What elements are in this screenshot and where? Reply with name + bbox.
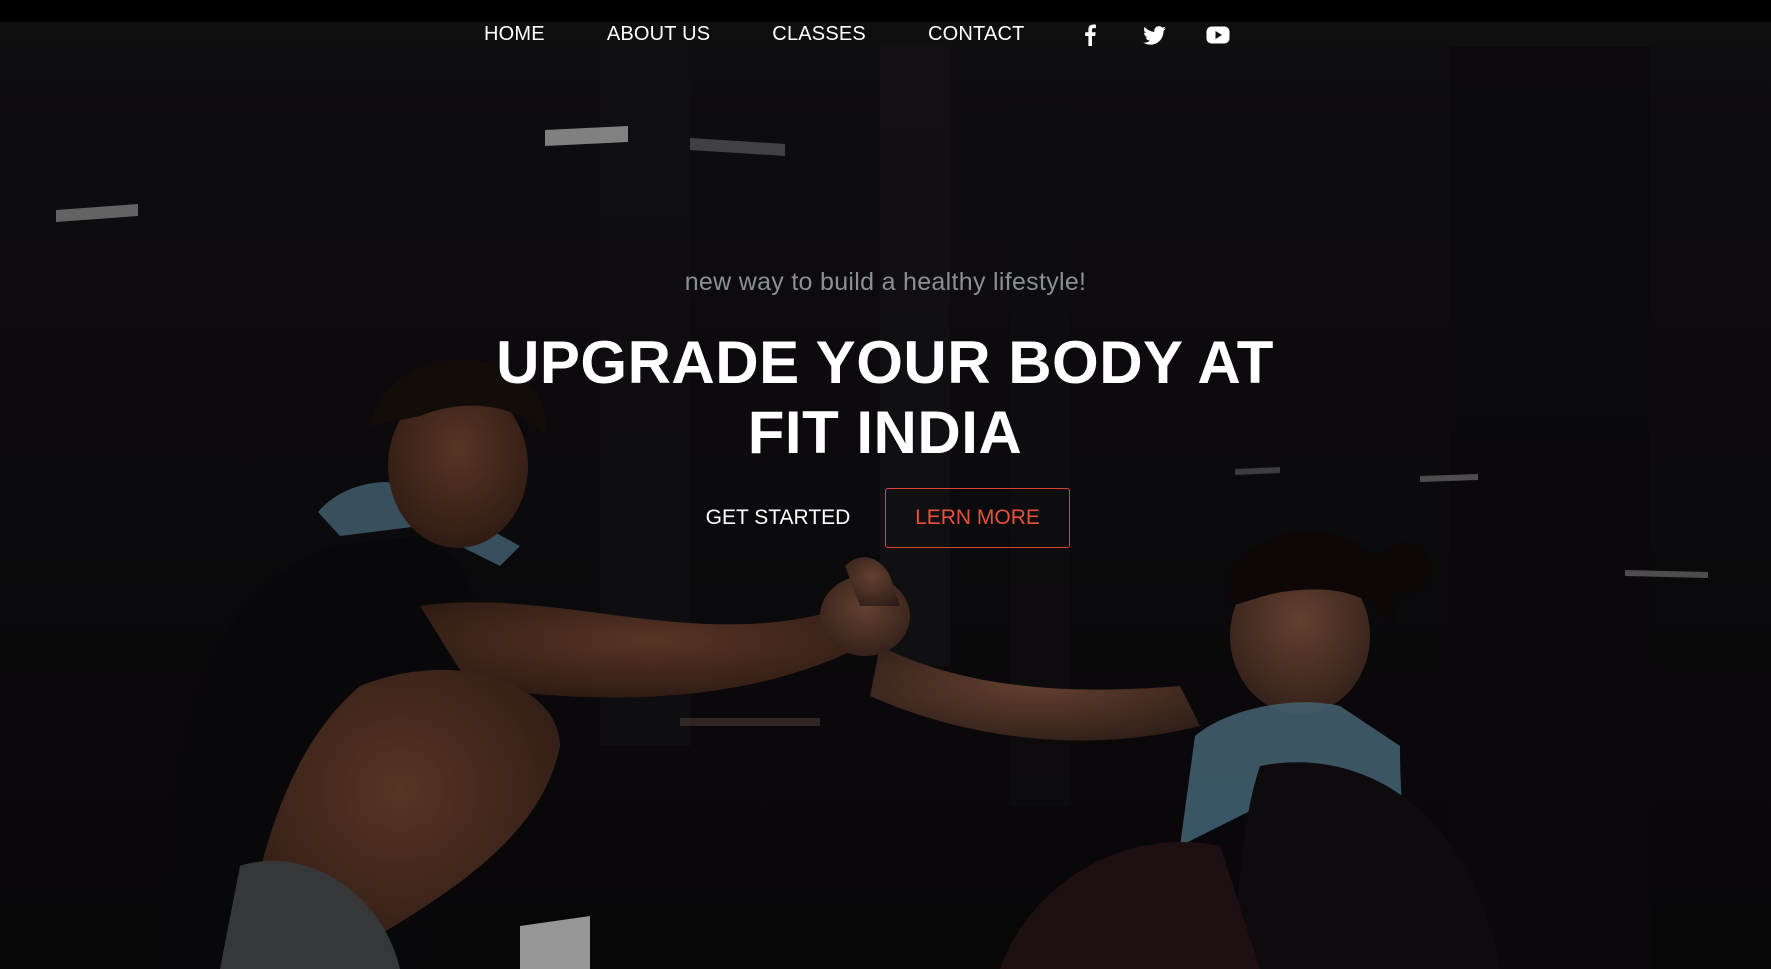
get-started-button[interactable]: GET STARTED — [690, 488, 866, 548]
nav-classes-link[interactable]: CLASSES — [772, 23, 866, 46]
youtube-icon[interactable] — [1206, 23, 1230, 47]
hero-headline: UPGRADE YOUR BODY AT FIT INDIA — [385, 328, 1385, 468]
facebook-icon[interactable] — [1078, 23, 1102, 47]
main-navbar: HOME ABOUT US CLASSES CONTACT — [0, 22, 1771, 46]
nav-home-link[interactable]: HOME — [484, 23, 545, 46]
learn-more-button[interactable]: LERN MORE — [885, 488, 1070, 548]
hero-headline-line1: UPGRADE YOUR BODY AT — [496, 329, 1274, 396]
nav-links: HOME ABOUT US CLASSES CONTACT — [484, 22, 1087, 46]
hero-section: new way to build a healthy lifestyle! UP… — [0, 46, 1771, 969]
top-black-bar — [0, 0, 1771, 22]
hero-tagline: new way to build a healthy lifestyle! — [684, 268, 1087, 296]
twitter-icon[interactable] — [1142, 23, 1166, 47]
hero-buttons: GET STARTED LERN MORE — [0, 488, 1771, 548]
landing-page: HOME ABOUT US CLASSES CONTACT new way to… — [0, 0, 1771, 969]
nav-about-link[interactable]: ABOUT US — [607, 23, 710, 46]
hero-headline-line2: FIT INDIA — [747, 399, 1023, 466]
nav-contact-link[interactable]: CONTACT — [928, 23, 1025, 46]
social-links — [1078, 22, 1270, 48]
